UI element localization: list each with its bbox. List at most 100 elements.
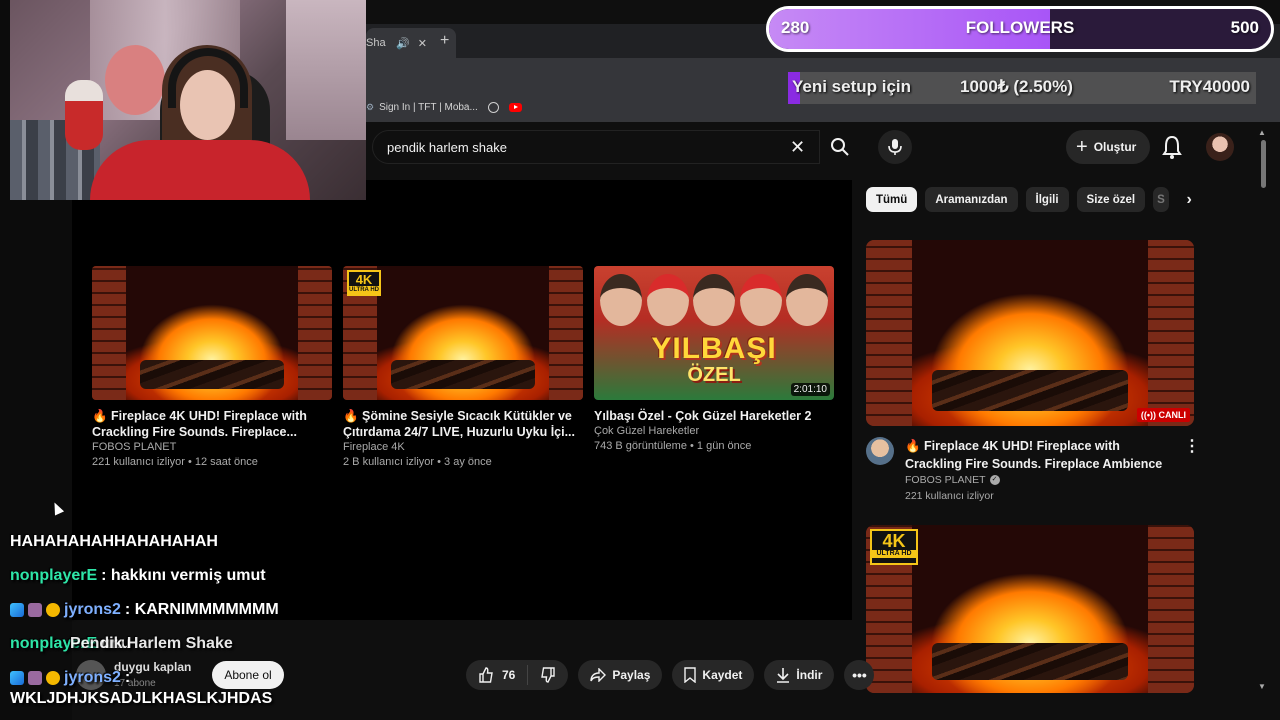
live-badge-label: CANLI <box>1158 410 1187 420</box>
rail-thumbnail-1[interactable]: ((•)) CANLI <box>866 240 1194 426</box>
rail-video-title[interactable]: 🔥 Fireplace 4K UHD! Fireplace with Crack… <box>905 437 1175 473</box>
chip-for-you[interactable]: Size özel <box>1076 187 1146 212</box>
endcard-thumbnail[interactable]: YILBAŞI ÖZEL 2:01:10 <box>594 266 834 400</box>
more-vertical-icon[interactable]: ⋮ <box>1184 436 1200 456</box>
streamer-sweater <box>90 140 310 200</box>
account-avatar[interactable] <box>1206 133 1234 161</box>
endcard-video-1[interactable]: 🔥 Fireplace 4K UHD! Fireplace with Crack… <box>92 266 332 470</box>
chat-message: nonplayerE : hakkını vermiş umut <box>10 559 430 593</box>
like-button[interactable]: 76 <box>466 665 529 685</box>
chat-text: : KARNIMMMMMMM <box>124 601 279 618</box>
webcam-window <box>286 0 366 140</box>
chat-message: nonplayerE unu Pendik Harlem Shake <box>10 627 430 661</box>
thumbnail-text-ylbs: YILBAŞI <box>651 332 777 365</box>
endcard-video-2[interactable]: 4K ULTRA HD 🔥 Şömine Sesiyle Sıcacık Küt… <box>343 266 583 470</box>
brick-wall <box>1148 240 1194 426</box>
bookmark-label: Sign In | TFT | Moba... <box>379 101 478 113</box>
endcard-title[interactable]: Yılbaşı Özel - Çok Güzel Hareketler 2 <box>594 408 834 424</box>
chat-message: jyrons2 : KARNIMMMMMMM <box>10 593 430 627</box>
endcard-thumbnail[interactable]: 4K ULTRA HD <box>343 266 583 400</box>
face <box>600 274 642 326</box>
brick-wall <box>1148 525 1194 693</box>
badge-cube-icon <box>10 671 24 685</box>
endcard-title[interactable]: 🔥 Şömine Sesiyle Sıcacık Kütükler ve Çıt… <box>343 408 583 440</box>
dislike-button[interactable] <box>528 667 568 683</box>
brick-wall <box>549 266 583 400</box>
chat-text: : hakkını vermiş umut <box>101 567 266 584</box>
fire-logs <box>931 370 1129 412</box>
search-input[interactable]: pendik harlem shake <box>372 130 820 164</box>
page-scrollbar[interactable]: ▲ ▼ <box>1258 128 1268 691</box>
tab-close-icon[interactable]: ✕ <box>418 37 427 50</box>
santa-figure <box>65 80 103 150</box>
chat-username: jyrons2 <box>64 669 121 686</box>
create-button[interactable]: + Oluştur <box>1066 130 1150 164</box>
search-icon <box>831 138 849 156</box>
rail-channel-avatar[interactable] <box>866 437 894 465</box>
chip-related[interactable]: İlgili <box>1025 187 1069 212</box>
endcard-channel: Fireplace 4K <box>343 441 405 453</box>
speaker-icon[interactable]: 🔊 <box>396 37 410 50</box>
clear-search-icon[interactable]: ✕ <box>790 137 805 158</box>
filter-chips: Tümü Aramanızdan İlgili Size özel S › <box>866 187 1201 212</box>
plus-icon: + <box>1076 136 1088 158</box>
brick-wall <box>92 266 126 400</box>
webcam-feed <box>10 0 366 200</box>
rail-thumbnail-2[interactable]: 4K ULTRA HD <box>866 525 1194 693</box>
like-dislike-group: 76 <box>466 660 569 690</box>
scroll-up-icon[interactable]: ▲ <box>1258 128 1266 137</box>
scroll-down-icon[interactable]: ▼ <box>1258 682 1266 691</box>
scrollbar-thumb[interactable] <box>1261 140 1266 188</box>
chip-from-search[interactable]: Aramanızdan <box>925 187 1018 212</box>
chat-username: jyrons2 <box>64 601 121 618</box>
endcard-thumbnail[interactable] <box>92 266 332 400</box>
search-button[interactable] <box>820 130 860 164</box>
thumbs-up-icon <box>479 667 493 683</box>
badge-coin-icon <box>46 603 60 617</box>
4k-badge-top: 4K <box>355 272 373 287</box>
rail-channel[interactable]: FOBOS PLANET ✓ <box>905 474 1000 486</box>
share-icon <box>590 668 607 682</box>
download-label: İndir <box>796 668 823 682</box>
bookmark-icon <box>684 667 697 683</box>
endcard-meta: 743 B görüntüleme • 1 gün önce <box>594 440 752 452</box>
badge-tv-icon <box>28 671 42 685</box>
more-actions-icon[interactable]: ••• <box>844 660 875 690</box>
notifications-bell-icon[interactable] <box>1160 134 1184 160</box>
youtube-icon <box>508 102 522 112</box>
chat-text: HAHAHAHAHHAHAHAHAH <box>10 533 218 550</box>
donation-goal-bar: Yeni setup için 1000₺ (2.50%) TRY40000 <box>788 72 1256 104</box>
endcard-meta: 221 kullanıcı izliyor • 12 saat önce <box>92 456 258 468</box>
teddy-bear <box>105 45 165 115</box>
video-title-overlay: Pendik Harlem Shake <box>70 635 233 652</box>
face <box>786 274 828 326</box>
thumbnail-faces <box>600 274 828 326</box>
donation-amount: 1000₺ (2.50%) <box>960 77 1073 96</box>
bookmark-tft[interactable]: ⚙ Sign In | TFT | Moba... <box>366 102 478 113</box>
rail-channel-name: FOBOS PLANET <box>905 474 986 486</box>
search-input-value: pendik harlem shake <box>387 139 507 155</box>
endcard-meta: 2 B kullanıcı izliyor • 3 ay önce <box>343 456 492 468</box>
voice-search-button[interactable] <box>878 130 912 164</box>
badge-tv-icon <box>28 603 42 617</box>
video-duration: 2:01:10 <box>790 383 830 396</box>
face <box>646 274 689 326</box>
endcard-video-3[interactable]: YILBAŞI ÖZEL 2:01:10 Yılbaşı Özel - Çok … <box>594 266 834 454</box>
live-badge: ((•)) CANLI <box>1136 408 1190 422</box>
chevron-right-icon[interactable]: › <box>1177 187 1201 212</box>
save-button[interactable]: Kaydet <box>672 660 755 690</box>
endcard-title[interactable]: 🔥 Fireplace 4K UHD! Fireplace with Crack… <box>92 408 332 440</box>
download-button[interactable]: İndir <box>764 660 835 690</box>
face <box>739 274 782 326</box>
new-tab-button[interactable]: + <box>440 32 449 50</box>
share-button[interactable]: Paylaş <box>578 660 663 690</box>
thumbs-down-icon <box>541 667 556 683</box>
chat-message: HAHAHAHAHHAHAHAHAH <box>10 525 430 559</box>
endcard-channel: FOBOS PLANET <box>92 441 177 453</box>
chat-username: nonplayerE <box>10 567 98 584</box>
endcard-channel: Çok Güzel Hareketler <box>594 425 700 437</box>
chip-cut[interactable]: S <box>1153 187 1170 212</box>
chip-all[interactable]: Tümü <box>866 187 918 212</box>
bookmark-globe[interactable] <box>487 101 499 113</box>
bookmark-youtube[interactable] <box>508 102 522 112</box>
